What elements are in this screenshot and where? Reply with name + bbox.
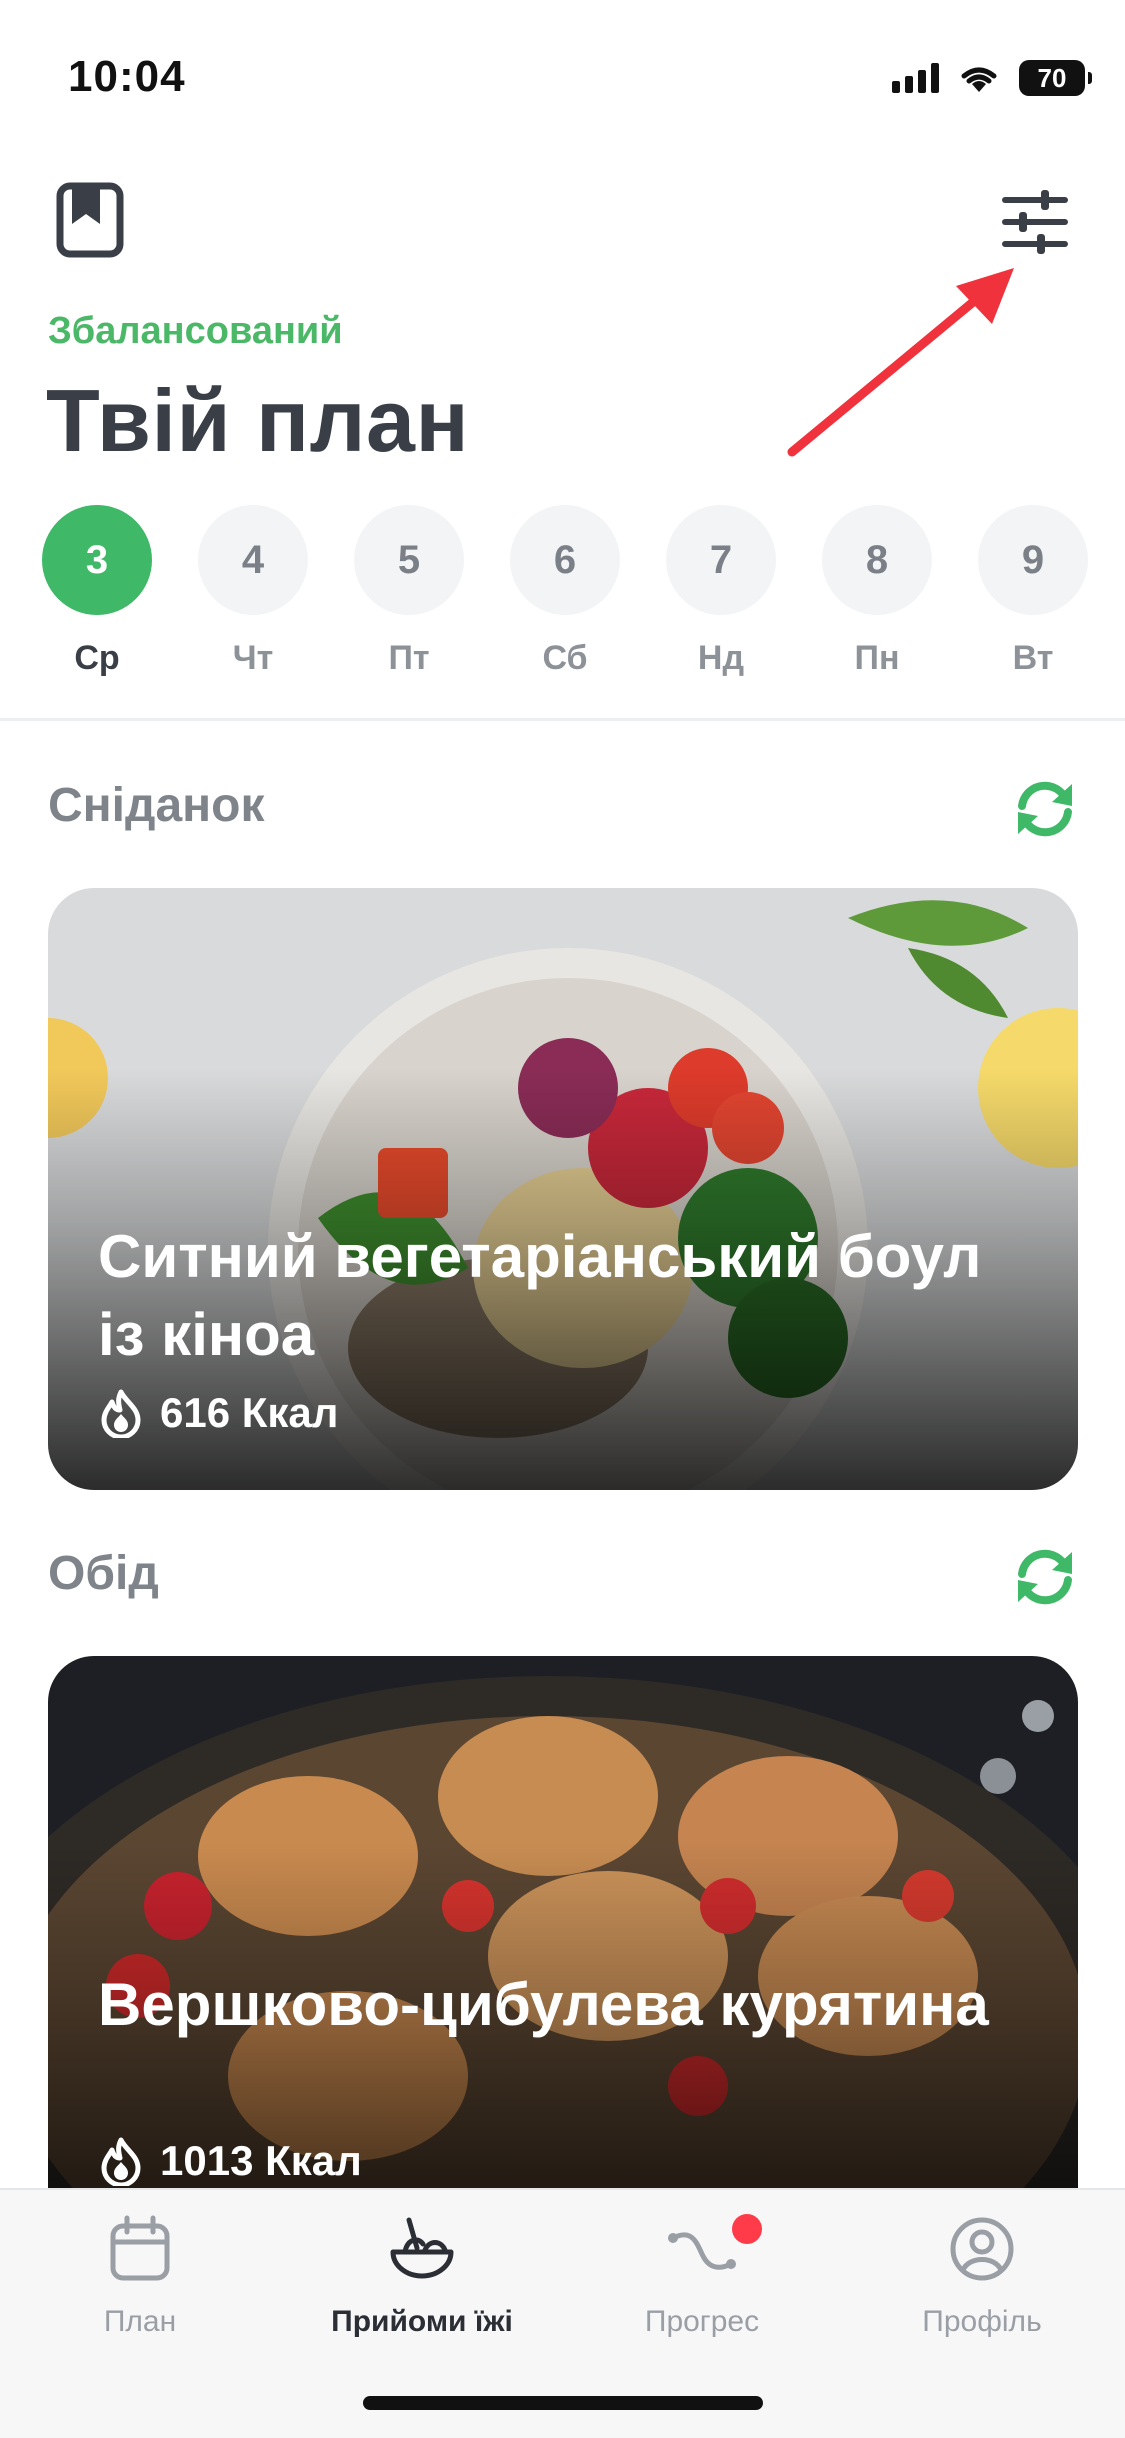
day-number: 8 <box>822 505 932 615</box>
refresh-icon[interactable] <box>1010 774 1080 844</box>
day-item-6[interactable]: 6 Сб <box>510 505 620 678</box>
home-indicator[interactable] <box>363 2396 763 2410</box>
day-item-8[interactable]: 8 Пн <box>822 505 932 678</box>
day-label: Сб <box>542 639 588 677</box>
day-label: Пт <box>388 639 430 677</box>
filter-settings-icon[interactable] <box>999 186 1071 258</box>
profile-icon <box>950 2217 1014 2281</box>
battery-icon: 70 <box>1019 60 1092 96</box>
tab-plan[interactable]: План <box>30 2214 250 2339</box>
status-indicators: 70 <box>892 60 1092 96</box>
day-label: Ср <box>74 639 120 677</box>
status-time: 10:04 <box>68 52 186 101</box>
annotation-arrow <box>787 268 1014 457</box>
meal-name: Вершково-цибулева курятина <box>98 1971 989 2038</box>
battery-level: 70 <box>1037 62 1067 93</box>
day-label: Пн <box>854 639 900 677</box>
day-item-5[interactable]: 5 Пт <box>354 505 464 678</box>
progress-curve-icon <box>668 2232 736 2270</box>
day-label: Чт <box>232 639 274 677</box>
divider <box>0 718 1125 721</box>
page-title: Твій план <box>46 371 470 470</box>
tab-progress[interactable]: Прогрес <box>592 2214 812 2339</box>
day-item-9[interactable]: 9 Вт <box>978 505 1088 678</box>
meal-calories: 1013 Ккал <box>98 2136 362 2186</box>
tab-label: Прийоми їжі <box>331 2305 513 2338</box>
day-item-3[interactable]: 3 Ср <box>42 505 152 678</box>
breakfast-section-header: Сніданок <box>0 768 1125 848</box>
cellular-signal-icon <box>892 63 939 93</box>
day-number: 9 <box>978 505 1088 615</box>
section-title: Сніданок <box>48 779 265 832</box>
day-number: 6 <box>510 505 620 615</box>
day-number: 5 <box>354 505 464 615</box>
tab-profile[interactable]: Профіль <box>872 2214 1092 2339</box>
meal-calories: 616 Ккал <box>98 1388 338 1438</box>
section-title: Обід <box>48 1547 159 1600</box>
day-item-4[interactable]: 4 Чт <box>198 505 308 678</box>
notification-badge <box>732 2214 762 2244</box>
tab-meals[interactable]: Прийоми їжі <box>312 2214 532 2339</box>
flame-icon <box>101 2137 141 2186</box>
day-number: 3 <box>42 505 152 615</box>
refresh-icon[interactable] <box>1010 1542 1080 1612</box>
calories-value: 1013 Ккал <box>160 2137 362 2184</box>
tab-label: План <box>103 2305 177 2338</box>
bowl-icon <box>390 2217 454 2279</box>
day-label: Вт <box>1012 639 1054 677</box>
meal-name: Ситний вегетаріанський боул із кіноа <box>98 1223 982 1368</box>
calendar-icon <box>110 2215 170 2281</box>
day-number: 7 <box>666 505 776 615</box>
lunch-section-header: Обід <box>0 1536 1125 1616</box>
calories-value: 616 Ккал <box>160 1389 339 1436</box>
wifi-icon <box>961 67 997 92</box>
day-item-7[interactable]: 7 Нд <box>666 505 776 678</box>
breakfast-meal-card[interactable]: Ситний вегетаріанський боул із кіноа 616… <box>48 888 1078 1490</box>
tab-label: Прогрес <box>644 2305 760 2338</box>
status-bar: 10:04 70 <box>0 0 1125 150</box>
day-label: Нд <box>697 639 745 677</box>
day-number: 4 <box>198 505 308 615</box>
tab-label: Профіль <box>922 2305 1042 2338</box>
day-selector: 3 Ср 4 Чт 5 Пт 6 Сб 7 Нд 8 Пн 9 Вт <box>0 505 1125 695</box>
plan-type-label: Збалансований <box>48 310 343 352</box>
top-toolbar <box>0 170 1125 260</box>
lunch-meal-card[interactable]: Вершково-цибулева курятина 1013 Ккал <box>48 1656 1078 2276</box>
book-icon[interactable] <box>56 182 124 258</box>
flame-icon <box>101 1389 141 1438</box>
